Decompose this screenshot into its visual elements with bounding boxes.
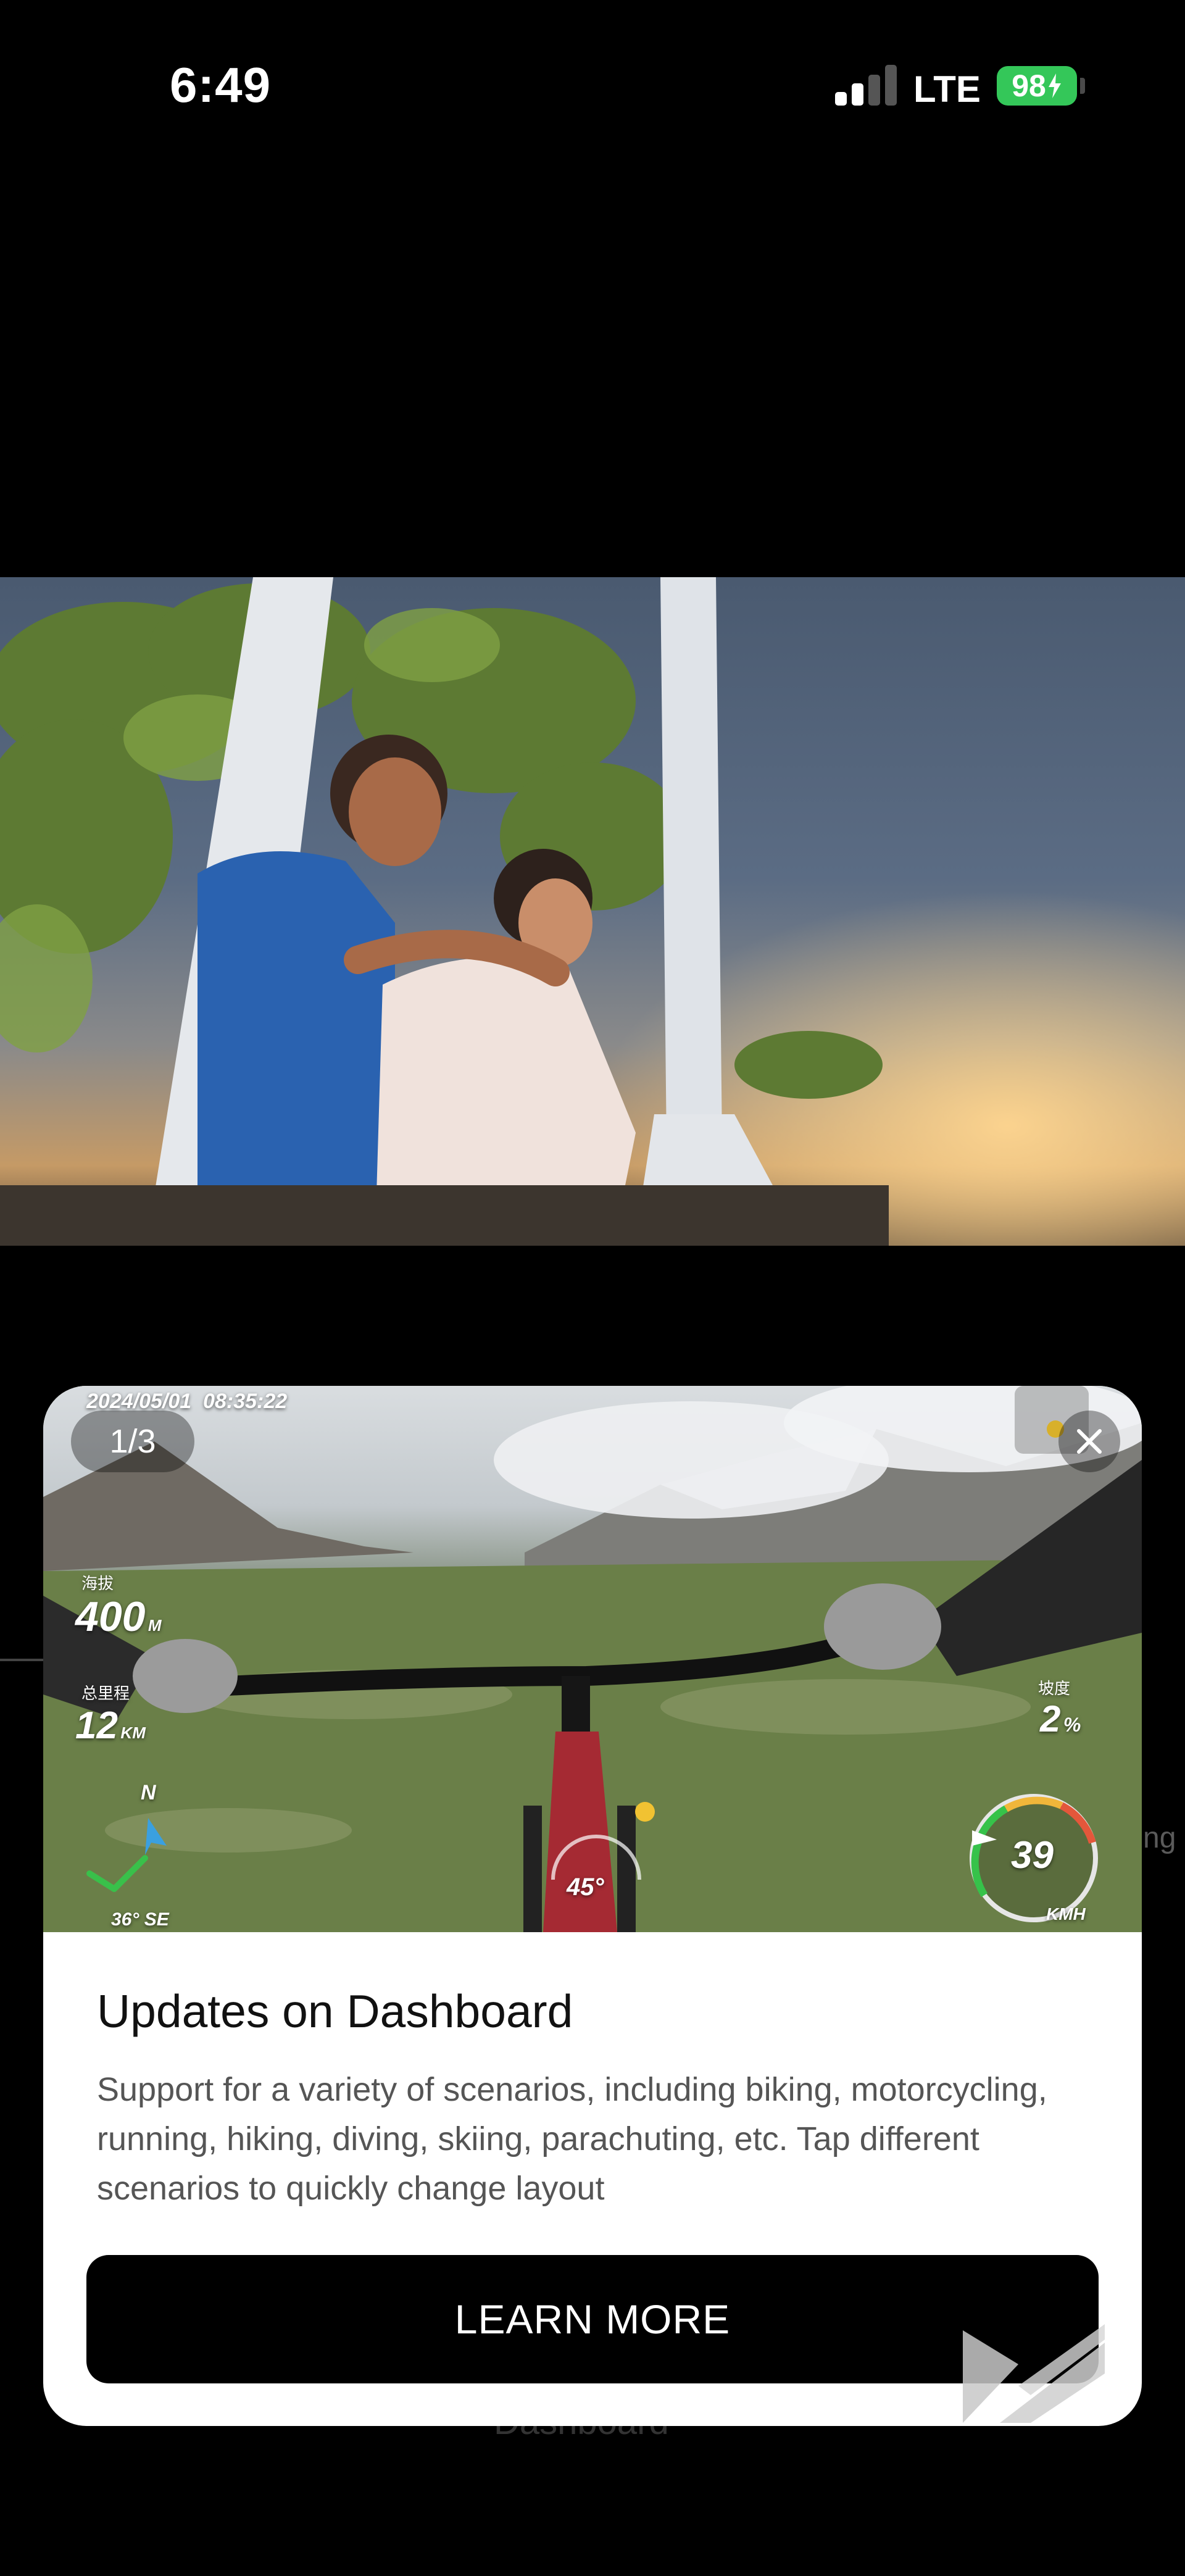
status-time: 6:49 [170,57,272,112]
charging-bolt-icon [1048,73,1061,98]
hud-slope-unit: % [1063,1714,1081,1736]
hud-lean-angle: 45° [567,1874,604,1901]
page-indicator: 1/3 [71,1411,194,1472]
background-divider [0,1659,43,1661]
hud-slope-label: 坡度 [1038,1679,1071,1698]
battery-cap [1080,78,1085,94]
modal-description: Support for a variety of scenarios, incl… [97,2071,1047,2207]
hud-distance-unit: KM [120,1724,146,1742]
background-scenario-label: ng [1143,1822,1176,1854]
feature-update-modal: 2024/05/01 08:35:22 海拔 400 M 总里程 12 KM N… [43,1386,1142,2426]
hud-distance-value: 12 [75,1704,118,1747]
hud-distance: 12 KM [75,1704,146,1748]
modal-title: Updates on Dashboard [97,1985,573,2037]
learn-more-button[interactable]: LEARN MORE [86,2255,1099,2383]
hud-heading: 36° SE [111,1909,169,1930]
hud-compass-label: N [141,1781,156,1804]
hud-altitude: 400 M [75,1593,162,1641]
network-type: LTE [913,69,981,110]
decorative-chevron-icon [963,2324,1105,2423]
close-button[interactable] [1058,1411,1120,1472]
close-icon [1077,1429,1102,1454]
battery-indicator: 98 [997,66,1077,106]
hud-altitude-label: 海拔 [81,1574,114,1593]
hud-speed-value: 39 [1011,1834,1054,1877]
background-photo [0,577,1185,1246]
hud-altitude-unit: M [148,1616,162,1635]
hud-altitude-value: 400 [75,1593,146,1640]
signal-strength-icon [835,65,897,106]
battery-level: 98 [1012,69,1046,103]
hero-image: 2024/05/01 08:35:22 海拔 400 M 总里程 12 KM N… [43,1386,1142,1932]
hud-distance-label: 总里程 [81,1684,130,1703]
hud-slope-value: 2 [1040,1698,1061,1740]
hud-speed-unit: KMH [1046,1904,1086,1924]
hud-slope: 2 % [1040,1698,1081,1740]
